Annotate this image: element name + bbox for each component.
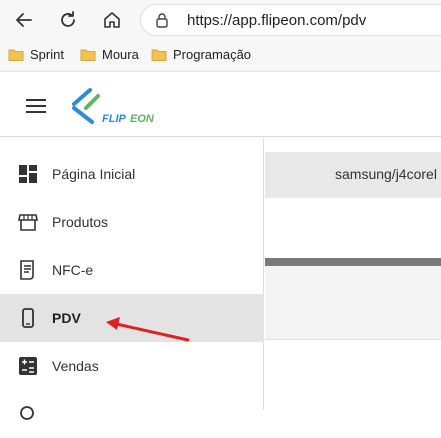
arrow-left-icon: [16, 13, 32, 27]
sidebar-item-search[interactable]: [0, 390, 264, 438]
main-content: samsung/j4corel: [265, 138, 441, 410]
bookmark-sprint[interactable]: Sprint: [8, 47, 64, 62]
browser-toolbar: https://app.flipeon.com/pdv: [0, 0, 441, 40]
sidebar-item-produtos[interactable]: Produtos: [0, 198, 264, 246]
app-header: FLIP EON: [0, 72, 441, 137]
search-icon: [18, 404, 38, 424]
content-panel: [265, 266, 441, 340]
store-icon: [18, 212, 38, 232]
calculator-icon: [18, 356, 38, 376]
sidebar-item-label: PDV: [52, 310, 81, 326]
sidebar-item-label: Vendas: [52, 358, 99, 374]
receipt-icon: [18, 260, 38, 280]
sidebar-item-label: Página Inicial: [52, 166, 136, 182]
address-bar[interactable]: https://app.flipeon.com/pdv: [140, 4, 441, 36]
dashboard-icon: [18, 164, 38, 184]
bookmark-programacao[interactable]: Programação: [151, 47, 251, 62]
reload-button[interactable]: [54, 6, 82, 34]
smartphone-icon: [18, 308, 38, 328]
url-text: https://app.flipeon.com/pdv: [187, 11, 367, 29]
home-button[interactable]: [98, 6, 126, 34]
bookmark-label: Programação: [173, 47, 252, 62]
folder-icon: [8, 49, 24, 61]
home-icon: [104, 12, 120, 28]
folder-icon: [80, 49, 96, 61]
sidebar-item-pagina-inicial[interactable]: Página Inicial: [0, 150, 264, 198]
bookmarks-bar: Sprint Moura Programação: [0, 40, 441, 72]
sidebar: Página Inicial Produtos NFC-e PDV Vendas: [0, 138, 264, 420]
sidebar-item-pdv[interactable]: PDV: [0, 294, 264, 342]
svg-text:EON: EON: [130, 113, 155, 125]
device-bar[interactable]: samsung/j4corel: [265, 152, 441, 198]
reload-icon: [61, 11, 75, 27]
bookmark-label: Moura: [102, 47, 139, 62]
svg-text:FLIP: FLIP: [102, 113, 126, 125]
sidebar-item-label: NFC-e: [52, 262, 94, 278]
sidebar-item-nfce[interactable]: NFC-e: [0, 246, 264, 294]
sidebar-item-label: Produtos: [52, 214, 109, 230]
device-label: samsung/j4corel: [335, 166, 437, 182]
flipeon-logo: FLIP EON: [72, 88, 155, 125]
menu-icon[interactable]: [26, 99, 46, 113]
folder-icon: [151, 49, 167, 61]
divider: [265, 258, 441, 266]
sidebar-item-vendas[interactable]: Vendas: [0, 342, 264, 390]
lock-icon: [155, 12, 169, 28]
bookmark-label: Sprint: [30, 47, 64, 62]
bookmark-moura[interactable]: Moura: [80, 47, 139, 62]
back-button[interactable]: [10, 6, 38, 34]
